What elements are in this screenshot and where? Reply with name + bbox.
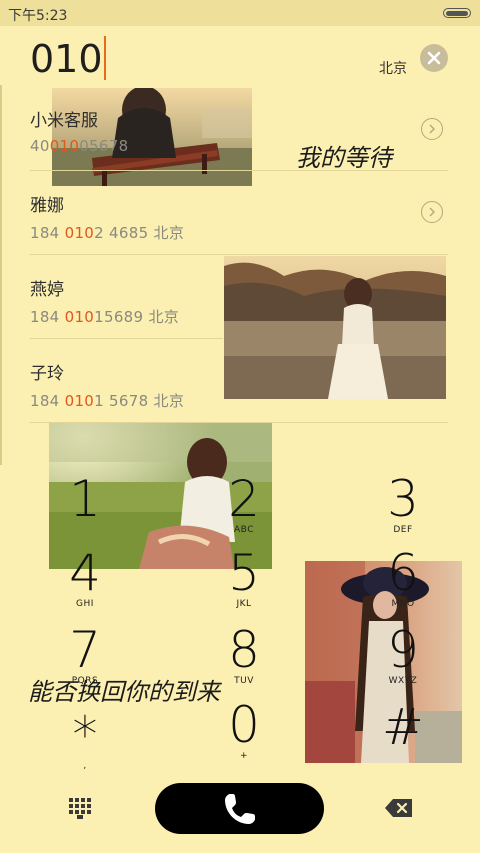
- dial-number-text: 010: [30, 37, 103, 81]
- edge-divider: [0, 85, 2, 465]
- contact-name: 燕婷: [30, 280, 64, 300]
- key-1[interactable]: 1: [45, 474, 125, 525]
- battery-icon: [443, 8, 471, 18]
- key-5[interactable]: 5 JKL: [204, 548, 284, 609]
- list-divider: [30, 254, 448, 255]
- key-3[interactable]: 3 DEF: [363, 474, 443, 535]
- key-0[interactable]: 0 +: [204, 700, 284, 761]
- status-bar: 下午5:23: [0, 0, 480, 26]
- key-9[interactable]: 9 WXYZ: [363, 625, 443, 686]
- list-divider: [30, 338, 223, 339]
- contact-number: 184 01015689 北京: [30, 308, 180, 326]
- contact-name: 雅娜: [30, 196, 64, 216]
- number-location: 北京: [379, 61, 407, 77]
- contact-item[interactable]: 燕婷 184 01015689 北京: [30, 275, 450, 327]
- backspace-icon: [385, 799, 412, 817]
- dial-number-input[interactable]: 010: [30, 36, 106, 81]
- contact-name: 小米客服: [30, 111, 98, 131]
- call-button[interactable]: [155, 783, 324, 834]
- contact-number: 184 0102 4685 北京: [30, 224, 185, 242]
- text-cursor: [103, 36, 106, 80]
- contact-item[interactable]: 子玲 184 0101 5678 北京: [30, 359, 450, 411]
- decor-text-waiting: 我的等待: [296, 144, 392, 172]
- decor-text-arrival: 能否换回你的到来: [28, 678, 220, 706]
- contact-detail-button[interactable]: [421, 201, 443, 223]
- clear-icon: [427, 51, 441, 65]
- keypad-toggle-button[interactable]: [68, 797, 92, 823]
- phone-icon: [224, 793, 255, 824]
- clear-button[interactable]: [420, 44, 448, 72]
- key-star[interactable]: *,: [45, 710, 125, 771]
- chevron-right-icon: [429, 124, 435, 134]
- keypad-icon: [69, 798, 91, 819]
- chevron-right-icon: [429, 207, 435, 217]
- key-2[interactable]: 2 ABC: [204, 474, 284, 535]
- key-6[interactable]: 6 MNO: [363, 548, 443, 609]
- key-hash[interactable]: #: [363, 702, 443, 753]
- backspace-button[interactable]: [384, 798, 414, 822]
- contact-number: 184 0101 5678 北京: [30, 392, 185, 410]
- contact-item[interactable]: 雅娜 184 0102 4685 北京: [30, 191, 450, 243]
- key-4[interactable]: 4 GHI: [45, 548, 125, 609]
- list-divider: [30, 422, 448, 423]
- status-time: 下午5:23: [8, 8, 68, 24]
- contact-detail-button[interactable]: [421, 118, 443, 140]
- contact-name: 子玲: [30, 364, 64, 384]
